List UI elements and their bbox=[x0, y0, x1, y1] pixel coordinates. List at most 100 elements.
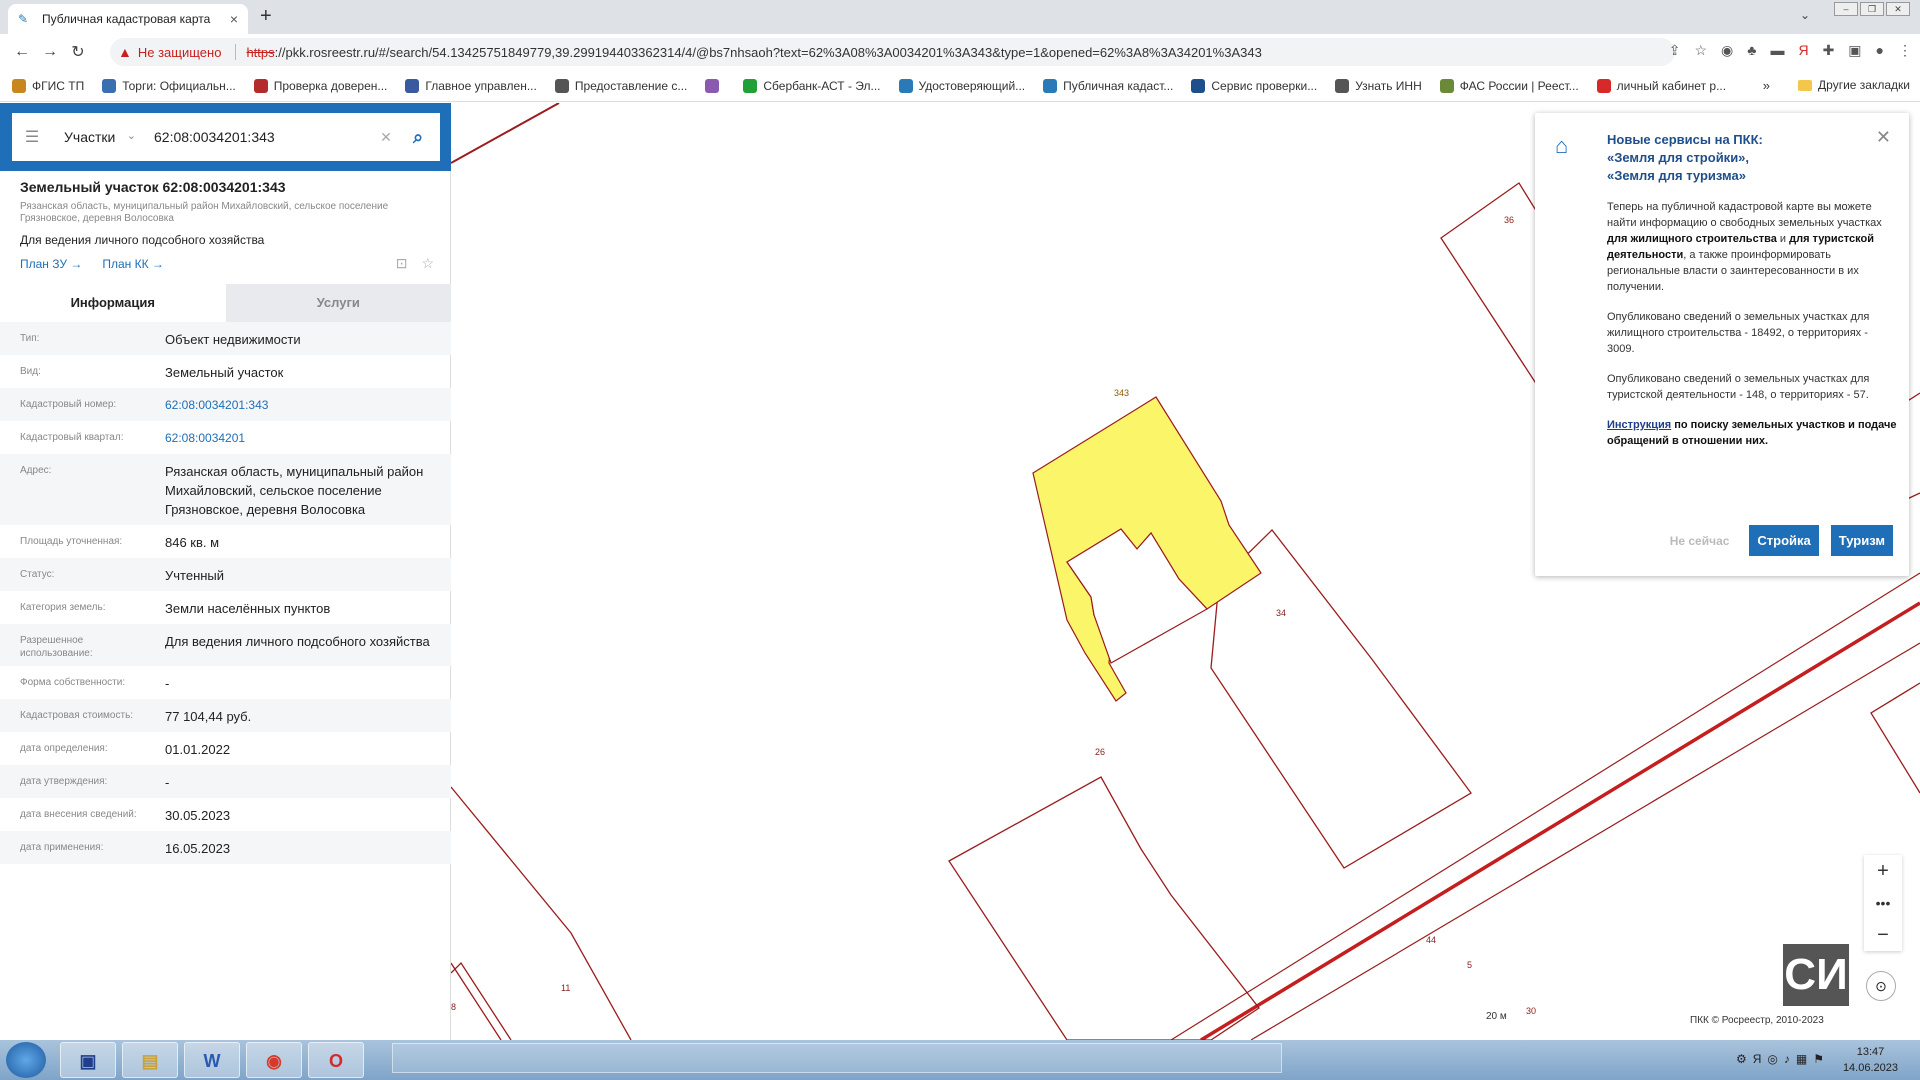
network-icon[interactable]: ▦ bbox=[1796, 1052, 1813, 1066]
menu-dots-icon[interactable]: ⋮ bbox=[1898, 42, 1912, 59]
more-dots-icon[interactable]: ••• bbox=[1864, 887, 1902, 919]
tray-icon[interactable]: ⚙ bbox=[1736, 1052, 1753, 1066]
sidepanel-icon[interactable]: ▣ bbox=[1848, 42, 1861, 59]
word-icon[interactable]: W bbox=[184, 1042, 240, 1078]
zoom-in-icon[interactable]: + bbox=[1864, 855, 1902, 887]
basemap-switch-thumbnail[interactable]: СИ bbox=[1783, 944, 1849, 1006]
window-controls: – ❐ ✕ bbox=[1834, 2, 1910, 16]
attribute-row: Разрешенное использование: Для ведения ли… bbox=[0, 624, 451, 666]
clear-icon[interactable]: ✕ bbox=[376, 129, 396, 146]
extension-icon[interactable]: ♣ bbox=[1747, 42, 1756, 59]
new-tab-button[interactable]: + bbox=[260, 5, 272, 28]
address-bar[interactable]: ▲ Не защищено https ://pkk.rosreestr.ru/… bbox=[110, 38, 1675, 66]
attribute-key: Категория земель: bbox=[20, 602, 106, 613]
puzzle-icon[interactable]: ✚ bbox=[1823, 42, 1835, 59]
bookmark-item[interactable]: Проверка доверен... bbox=[253, 78, 387, 93]
attribute-key: дата определения: bbox=[20, 743, 108, 754]
parcel-26[interactable] bbox=[948, 776, 1260, 1040]
clock[interactable]: 13:47 14.06.2023 bbox=[1843, 1044, 1898, 1076]
build-button[interactable]: Стройка bbox=[1749, 525, 1819, 556]
attribute-value: Земли населённых пунктов bbox=[165, 601, 331, 616]
plan-kk-link[interactable]: План КК → bbox=[102, 257, 164, 271]
search-icon[interactable]: ⌕ bbox=[396, 127, 440, 148]
restore-icon[interactable]: ❐ bbox=[1860, 2, 1884, 16]
attribute-value: 01.01.2022 bbox=[165, 742, 231, 757]
share-icon[interactable]: ⇪ bbox=[1669, 42, 1681, 59]
tourism-button[interactable]: Туризм bbox=[1830, 525, 1893, 556]
back-arrow-icon[interactable]: ← bbox=[8, 43, 36, 61]
other-bookmarks[interactable]: Другие закладки bbox=[1798, 78, 1910, 92]
floppy-app-icon[interactable]: ▣ bbox=[60, 1042, 116, 1078]
bookmark-item[interactable]: ФГИС ТП bbox=[12, 78, 84, 93]
bookmark-item[interactable]: Удостоверяющий... bbox=[898, 78, 1025, 93]
parcel-11[interactable] bbox=[451, 786, 632, 1040]
bookmark-item[interactable]: ФАС России | Реест... bbox=[1439, 78, 1579, 93]
parcel-label-44: 44 bbox=[1426, 935, 1437, 945]
tray-icon[interactable]: ◎ bbox=[1767, 1052, 1783, 1066]
cadastral-map[interactable]: 343 34 26 36 11 44 5 8 30 ⌂ ✕ Новые серв… bbox=[451, 103, 1920, 1040]
bookmarks-overflow-icon[interactable]: » bbox=[1763, 78, 1770, 93]
instruction-link[interactable]: Инструкция bbox=[1607, 419, 1671, 431]
favorite-star-icon[interactable]: ☆ bbox=[421, 255, 434, 272]
zoom-out-icon[interactable]: − bbox=[1864, 919, 1902, 951]
popup-body: Теперь на публичной кадастровой карте вы… bbox=[1607, 199, 1897, 463]
tab-services[interactable]: Услуги bbox=[225, 284, 451, 322]
security-label[interactable]: Не защищено bbox=[138, 45, 222, 60]
close-window-icon[interactable]: ✕ bbox=[1886, 2, 1910, 16]
minimize-icon[interactable]: – bbox=[1834, 2, 1858, 16]
plan-zu-link[interactable]: План ЗУ → bbox=[20, 257, 82, 271]
extension-icon[interactable]: ▬ bbox=[1770, 42, 1784, 59]
tab-close-icon[interactable]: × bbox=[230, 11, 238, 27]
bookmark-item[interactable]: личный кабинет р... bbox=[1596, 78, 1726, 93]
reload-icon[interactable]: ↻ bbox=[64, 42, 92, 62]
attribute-key: дата внесения сведений: bbox=[20, 809, 137, 820]
scale-bar: 20 м bbox=[1486, 1011, 1507, 1022]
compass-icon[interactable]: ⊙ bbox=[1866, 971, 1896, 1001]
object-actions: ⊡ ☆ bbox=[396, 255, 434, 272]
attribute-value: Для ведения личного подсобного хозяйства bbox=[165, 634, 430, 649]
attribute-key: Разрешенное использование: bbox=[20, 635, 93, 659]
bookmark-favicon-icon bbox=[898, 78, 913, 93]
zoom-to-object-icon[interactable]: ⊡ bbox=[396, 255, 408, 272]
flag-icon[interactable]: ⚑ bbox=[1813, 1052, 1830, 1066]
bookmark-item[interactable]: Предоставление с... bbox=[554, 78, 687, 93]
object-type-value: Участки bbox=[64, 129, 116, 145]
chrome-icon[interactable]: ◉ bbox=[246, 1042, 302, 1078]
attribute-value-link[interactable]: 62:08:0034201:343 bbox=[145, 396, 451, 415]
bookmark-item[interactable]: Сервис проверки... bbox=[1191, 78, 1317, 93]
bookmark-item[interactable]: Торги: Официальн... bbox=[102, 78, 236, 93]
attribute-table: Тип: Объект недвижимости Вид: Земельный уча… bbox=[0, 322, 451, 864]
browser-tab[interactable]: ✎ Публичная кадастровая карта × bbox=[8, 4, 248, 34]
parcel-8[interactable] bbox=[451, 962, 502, 1040]
opera-icon[interactable]: O bbox=[308, 1042, 364, 1078]
volume-icon[interactable]: ♪ bbox=[1784, 1052, 1796, 1066]
bookmark-star-icon[interactable]: ☆ bbox=[1694, 42, 1707, 59]
extension-icon[interactable]: ◉ bbox=[1721, 42, 1733, 59]
copyright-text: ПКК © Росреестр, 2010-2023 bbox=[1690, 1015, 1824, 1026]
bookmark-item[interactable]: Главное управлен... bbox=[405, 78, 537, 93]
bookmark-item[interactable]: Публичная кадаст... bbox=[1043, 78, 1173, 93]
object-type-select[interactable]: Участки ⌄ bbox=[52, 129, 142, 145]
profile-icon[interactable]: ● bbox=[1876, 42, 1884, 59]
forward-arrow-icon[interactable]: → bbox=[36, 43, 64, 61]
bookmark-item[interactable]: Узнать ИНН bbox=[1335, 78, 1422, 93]
tab-info[interactable]: Информация bbox=[0, 284, 226, 322]
explorer-folder-icon[interactable]: ▤ bbox=[122, 1042, 178, 1078]
bookmark-favicon-icon bbox=[705, 78, 720, 93]
bookmark-item[interactable]: Сбербанк-АСТ - Эл... bbox=[743, 78, 881, 93]
bookmark-favicon-icon bbox=[554, 78, 569, 93]
parcel-boundary bbox=[451, 961, 512, 1040]
cadastral-search-input[interactable] bbox=[142, 128, 376, 146]
new-services-popup: ⌂ ✕ Новые сервисы на ПКК: «Земля для стр… bbox=[1535, 113, 1909, 576]
not-now-button[interactable]: Не сейчас bbox=[1670, 534, 1730, 548]
tab-search-chevron-icon[interactable]: ⌄ bbox=[1800, 8, 1810, 22]
bookmark-favicon-icon bbox=[743, 78, 758, 93]
attribute-value-link[interactable]: 62:08:0034201 bbox=[145, 429, 451, 448]
start-button[interactable] bbox=[6, 1042, 46, 1078]
bookmark-item[interactable] bbox=[705, 78, 725, 93]
yandex-icon[interactable]: Я bbox=[1798, 42, 1808, 59]
menu-icon[interactable]: ☰ bbox=[12, 127, 52, 147]
search-bar: ☰ Участки ⌄ ✕ ⌕ bbox=[0, 103, 451, 171]
tray-icon[interactable]: Я bbox=[1753, 1052, 1768, 1066]
bookmark-label: Торги: Официальн... bbox=[122, 78, 236, 93]
